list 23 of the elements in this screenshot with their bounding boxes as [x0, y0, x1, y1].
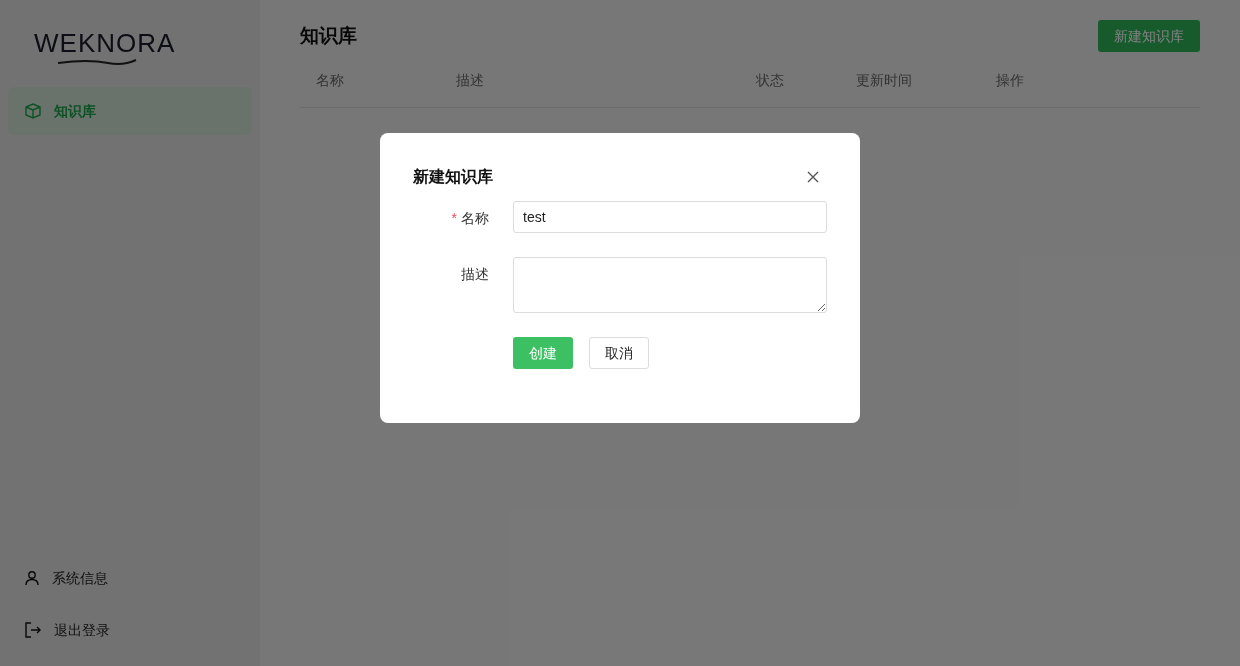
column-header: 更新时间: [856, 72, 912, 88]
description-field[interactable]: [513, 257, 827, 313]
user-icon: [24, 570, 40, 586]
close-icon[interactable]: [805, 169, 821, 185]
field-label: 名称: [461, 209, 489, 228]
dialog-title: 新建知识库: [413, 167, 493, 187]
wave-icon: [58, 57, 138, 67]
name-field[interactable]: test: [513, 201, 827, 233]
create-button[interactable]: 创建: [513, 337, 573, 369]
column-header: 状态: [756, 72, 784, 88]
column-header: 描述: [456, 72, 484, 88]
required-mark: *: [451, 209, 457, 228]
cancel-button[interactable]: 取消: [589, 337, 649, 369]
field-label: 描述: [461, 265, 489, 284]
sidebar-item[interactable]: 退出登录: [8, 604, 252, 656]
sidebar-item[interactable]: 系统信息: [8, 552, 252, 604]
column-header: 名称: [316, 72, 344, 88]
column-header: 操作: [996, 72, 1024, 88]
cube-icon: [24, 102, 42, 120]
logout-icon: [24, 621, 42, 639]
new-knowledge-base-button[interactable]: 新建知识库: [1098, 20, 1200, 52]
logo-text: WEKNORA: [34, 30, 176, 56]
page-title: 知识库: [300, 23, 357, 48]
